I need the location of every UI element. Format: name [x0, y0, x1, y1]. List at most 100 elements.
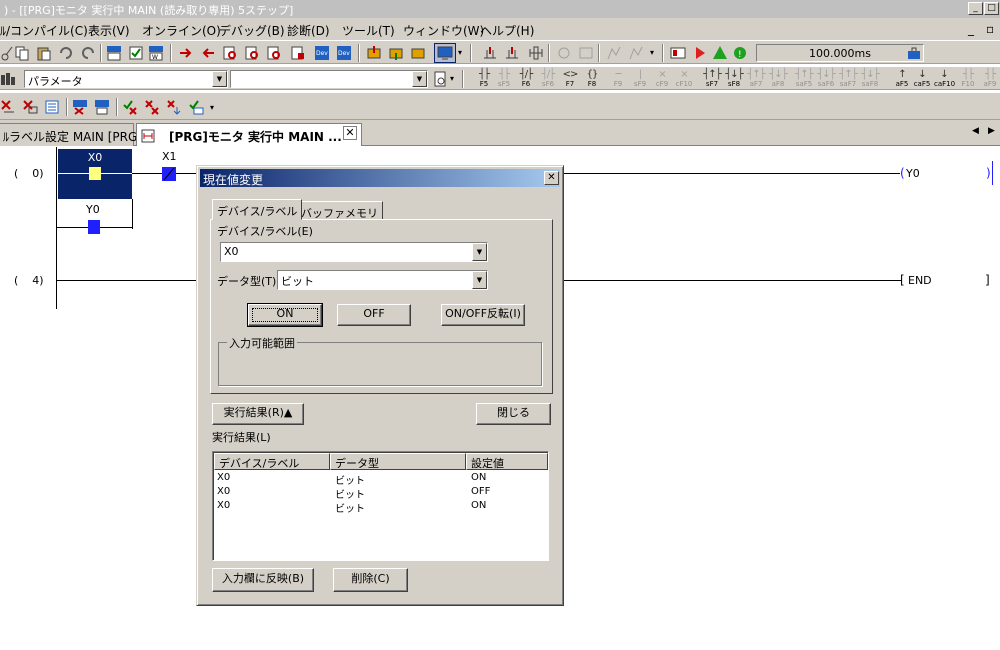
menu-online[interactable]: オンライン(O) — [142, 22, 221, 39]
run-icon[interactable] — [692, 45, 708, 61]
simulation-icon[interactable] — [670, 45, 686, 61]
write-to-plc-icon[interactable] — [366, 45, 382, 61]
ladder-symbol-saf8[interactable]: ┤↓├ saF8 — [860, 69, 880, 89]
result-list[interactable]: デバイス/ラベル データ型 設定値 X0 ビット ON X0 ビット OFF X… — [212, 451, 549, 561]
device-list-icon[interactable] — [106, 45, 122, 61]
dev-delete-icon[interactable] — [72, 99, 88, 115]
chevron-down-icon[interactable]: ▼ — [472, 271, 487, 289]
dialog-title-bar[interactable]: 現在値変更 ✕ — [200, 169, 560, 187]
dev-search-icon[interactable]: Dev — [314, 45, 330, 61]
read-from-plc-icon[interactable] — [388, 45, 404, 61]
table-row[interactable]: X0 ビット OFF — [214, 486, 548, 501]
ladder-symbol-af5[interactable]: ↑ aF5 — [892, 69, 912, 89]
delete-line-icon[interactable] — [0, 99, 16, 115]
copy-icon[interactable] — [14, 45, 30, 61]
mdi-minimize-icon[interactable]: _ — [968, 22, 974, 36]
parameter-combo[interactable]: パラメータ ▼ — [24, 70, 228, 88]
cross-reference-icon[interactable] — [290, 45, 306, 61]
ladder-symbol-f8[interactable]: {} F8 — [582, 69, 602, 89]
remote-icon[interactable] — [906, 45, 922, 61]
maximize-button[interactable]: □ — [984, 2, 999, 15]
watch-icon[interactable] — [556, 45, 572, 61]
off-button[interactable]: OFF — [337, 304, 411, 326]
on-button[interactable]: ON — [247, 303, 323, 327]
ladder-symbol-saf6[interactable]: ┤↓├ saF6 — [816, 69, 836, 89]
chevron-down-icon[interactable]: ▼ — [212, 71, 227, 87]
table-row[interactable]: X0 ビット ON — [214, 472, 548, 487]
ladder-symbol-af8[interactable]: ┤↓├ aF8 — [768, 69, 788, 89]
tab-device-label[interactable]: デバイス/ラベル — [212, 199, 303, 220]
transfer-in-icon[interactable] — [178, 45, 194, 61]
tab-label-settings[interactable]: ﾙラベル設定 MAIN [PRG] — [0, 123, 142, 146]
ladder-symbol-sf9[interactable]: | sF9 — [630, 69, 650, 89]
paste-icon[interactable] — [36, 45, 52, 61]
datatype-select[interactable]: ビット ▼ — [277, 270, 488, 290]
ladder-symbol-sf7[interactable]: ┤↑├ sF7 — [702, 69, 722, 89]
dev-list-icon[interactable] — [94, 99, 110, 115]
dev-replace-icon[interactable]: Dev — [336, 45, 352, 61]
mdi-restore-icon[interactable]: ▫ — [986, 22, 994, 36]
ladder-symbol-caf10[interactable]: ↓ caF10 — [934, 69, 955, 89]
menu-help[interactable]: ヘルプ(H) — [480, 22, 534, 39]
menu-view[interactable]: 表示(V) — [88, 22, 130, 39]
chevron-down-icon[interactable]: ▼ — [412, 71, 427, 87]
monitor-mode-button[interactable] — [434, 43, 456, 63]
column-header-device[interactable]: デバイス/ラベル — [214, 453, 330, 470]
table-check-icon[interactable] — [188, 99, 204, 115]
find-next-icon[interactable] — [266, 45, 282, 61]
delete-button[interactable]: 削除(C) — [333, 568, 408, 592]
column-header-datatype[interactable]: データ型 — [330, 453, 466, 470]
ladder-symbol-saf7[interactable]: ┤↑├ saF7 — [838, 69, 858, 89]
ladder-symbol-f7[interactable]: <> F7 — [560, 69, 580, 89]
apply-to-input-button[interactable]: 入力欄に反映(B) — [212, 568, 314, 592]
warning-icon[interactable] — [712, 45, 728, 61]
document-dropdown-icon[interactable]: ▾ — [450, 74, 454, 83]
minimize-button[interactable]: _ — [968, 2, 983, 15]
ladder-symbol-cf10[interactable]: × cF10 — [674, 69, 694, 89]
find-icon[interactable] — [222, 45, 238, 61]
chevron-down-icon[interactable]: ▼ — [472, 243, 487, 261]
ladder-symbol-cf9[interactable]: × cF9 — [652, 69, 672, 89]
find-device-icon[interactable] — [244, 45, 260, 61]
ladder-symbol-af9[interactable]: ┤├ aF9 — [980, 69, 1000, 89]
buffer-memory-icon[interactable] — [578, 45, 594, 61]
check-down-icon[interactable] — [166, 99, 182, 115]
monitor-all-icon[interactable] — [504, 45, 520, 61]
result-toggle-button[interactable]: 実行結果(R)▲ — [212, 403, 304, 425]
sampling-trace-icon[interactable] — [606, 45, 622, 61]
dialog-close-icon[interactable]: ✕ — [544, 171, 559, 185]
ladder-cell-x0[interactable]: X0 — [58, 149, 132, 199]
tab-buffer-memory[interactable]: バッファメモリ — [296, 201, 383, 220]
close-button[interactable]: 閉じる — [476, 403, 551, 425]
monitor-start-icon[interactable] — [482, 45, 498, 61]
program-combo[interactable]: ▼ — [230, 70, 428, 88]
ladder-symbol-sf5[interactable]: ┤├ sF5 — [494, 69, 514, 89]
logging-icon[interactable] — [628, 45, 644, 61]
device-monitor-icon[interactable]: W — [148, 45, 164, 61]
column-header-value[interactable]: 設定値 — [466, 453, 548, 470]
menu-convert[interactable]: ﾙ/コンパイル(C) — [0, 22, 88, 39]
document-icon[interactable] — [432, 71, 448, 87]
monitor-stop-icon[interactable] — [528, 45, 544, 61]
ladder-symbol-saf5[interactable]: ┤↑├ saF5 — [794, 69, 814, 89]
tab-scroll-left-icon[interactable]: ◀ — [972, 126, 979, 136]
toggle-button[interactable]: ON/OFF反転(I) — [441, 304, 525, 326]
table-row[interactable]: X0 ビット ON — [214, 500, 548, 515]
close-tab-icon[interactable]: ✕ — [343, 126, 357, 140]
menu-tools[interactable]: ツール(T) — [342, 22, 395, 39]
insert-line-icon[interactable] — [22, 99, 38, 115]
transfer-out-icon[interactable] — [200, 45, 216, 61]
uncheck-x-icon[interactable] — [144, 99, 160, 115]
write-check-icon[interactable] — [128, 45, 144, 61]
status-icon[interactable]: ! — [732, 45, 748, 61]
tab-scroll-right-icon[interactable]: ▶ — [988, 126, 995, 136]
device-input[interactable]: X0 ▼ — [220, 242, 488, 262]
ladder-symbol-f10[interactable]: ┤├ F10 — [958, 69, 978, 89]
ladder-symbol-sf8[interactable]: ┤↓├ sF8 — [724, 69, 744, 89]
check-x-icon[interactable] — [122, 99, 138, 115]
undo-icon[interactable] — [58, 45, 74, 61]
debug-dropdown-icon[interactable]: ▾ — [650, 48, 654, 57]
ladder-symbol-f9[interactable]: ─ F9 — [608, 69, 628, 89]
tab-monitor-main[interactable]: [PRG]モニタ 実行中 MAIN ... ✕ — [136, 123, 362, 146]
ladder-symbol-sf6[interactable]: ┤/├ sF6 — [538, 69, 558, 89]
